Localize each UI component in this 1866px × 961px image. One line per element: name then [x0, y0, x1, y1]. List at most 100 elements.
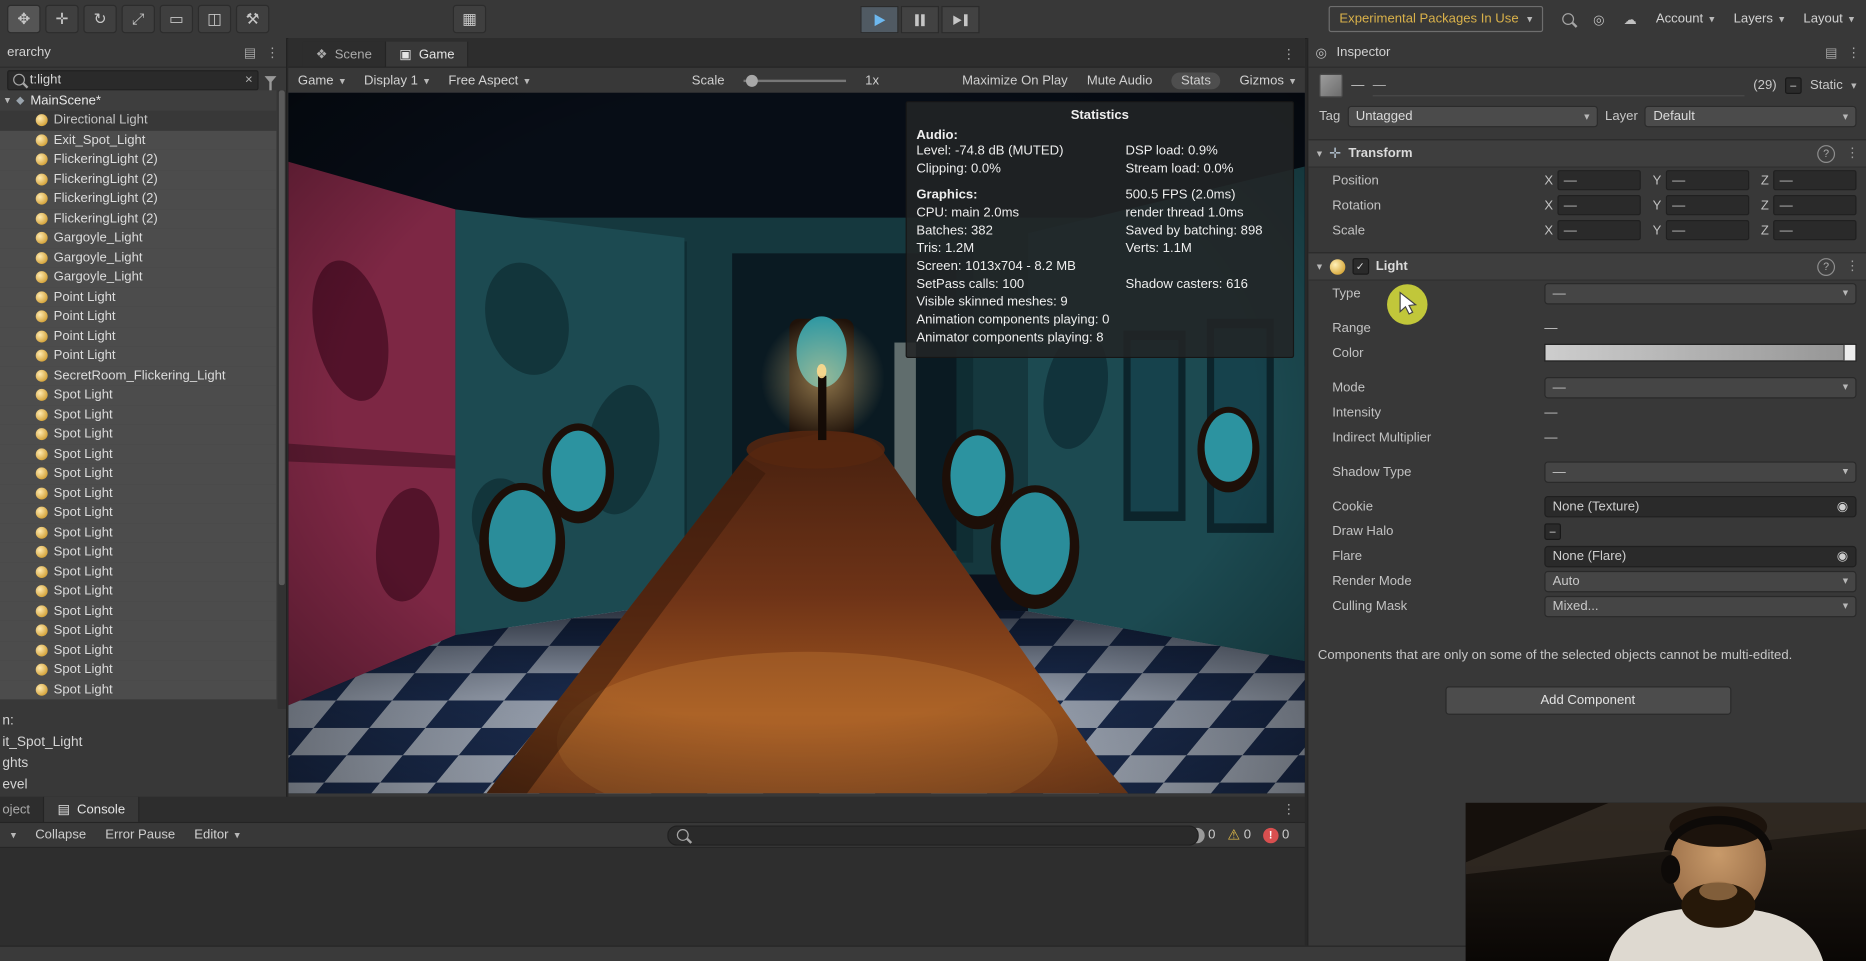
hierarchy-item[interactable]: Spot Light: [0, 405, 276, 425]
console-log-area[interactable]: [0, 848, 1305, 948]
draw-halo-checkbox[interactable]: –: [1544, 523, 1561, 540]
culling-mask-dropdown[interactable]: Mixed... ▾: [1544, 595, 1856, 616]
rect-tool-button[interactable]: ▭: [160, 5, 193, 34]
scrollbar-thumb[interactable]: [279, 90, 285, 585]
indirect-multiplier-field[interactable]: —: [1544, 430, 1557, 444]
cloud-icon[interactable]: ☁: [1624, 11, 1637, 26]
scale-z-field[interactable]: —: [1774, 220, 1857, 240]
hierarchy-item[interactable]: Directional Light: [0, 111, 276, 131]
hierarchy-item[interactable]: Point Light: [0, 287, 276, 307]
hierarchy-item[interactable]: Spot Light: [0, 503, 276, 523]
grid-snap-button[interactable]: ▦: [453, 5, 486, 34]
hierarchy-item[interactable]: FlickeringLight (2): [0, 189, 276, 209]
rotation-x-field[interactable]: —: [1558, 195, 1641, 215]
foldout-icon[interactable]: ▾: [1317, 260, 1322, 273]
scene-header-row[interactable]: ▾ ◆ MainScene*: [0, 90, 276, 110]
layout-dropdown[interactable]: Layout ▾: [1803, 12, 1854, 26]
scale-x-field[interactable]: —: [1558, 220, 1641, 240]
tab-scene[interactable]: ❖ Scene: [303, 42, 387, 67]
hierarchy-item[interactable]: SecretRoom_Flickering_Light: [0, 366, 276, 386]
hierarchy-item[interactable]: Spot Light: [0, 542, 276, 562]
shadow-type-dropdown[interactable]: — ▾: [1544, 461, 1856, 482]
component-menu-icon[interactable]: ⋮: [1846, 145, 1859, 163]
hierarchy-tab[interactable]: erarchy ▤ ⋮: [0, 38, 286, 68]
console-search-input[interactable]: [695, 828, 1190, 842]
experimental-packages-dropdown[interactable]: Experimental Packages In Use ▾: [1329, 6, 1543, 32]
panel-menu-icon[interactable]: ⋮: [1282, 802, 1305, 822]
hierarchy-item[interactable]: Spot Light: [0, 621, 276, 641]
color-field[interactable]: [1544, 344, 1856, 362]
game-viewport[interactable]: Statistics Audio: Level: -74.8 dB (MUTED…: [288, 93, 1304, 794]
foldout-icon[interactable]: ▾: [1317, 147, 1322, 160]
move-tool-button[interactable]: ✛: [45, 5, 78, 34]
warning-filter-toggle[interactable]: ⚠ 0: [1227, 827, 1251, 844]
game-mode-dropdown[interactable]: Game ▾: [298, 74, 345, 88]
clear-search-icon[interactable]: ×: [245, 73, 253, 87]
hand-tool-button[interactable]: ✥: [7, 5, 40, 34]
crosshair-icon[interactable]: ◎: [1593, 11, 1604, 26]
layers-dropdown[interactable]: Layers ▾: [1734, 12, 1785, 26]
editor-dropdown[interactable]: Editor ▾: [194, 828, 240, 842]
panel-menu-icon[interactable]: ⋮: [266, 45, 279, 60]
display-dropdown[interactable]: Display 1 ▾: [364, 74, 429, 88]
list-icon[interactable]: ▤: [244, 45, 256, 60]
panel-menu-icon[interactable]: ⋮: [1847, 45, 1860, 60]
cookie-object-field[interactable]: None (Texture) ◉: [1544, 495, 1856, 516]
rotate-tool-button[interactable]: ↻: [83, 5, 116, 34]
hierarchy-item[interactable]: Point Light: [0, 326, 276, 346]
flare-object-field[interactable]: None (Flare) ◉: [1544, 545, 1856, 566]
mute-audio-toggle[interactable]: Mute Audio: [1087, 74, 1153, 88]
hierarchy-item[interactable]: Spot Light: [0, 660, 276, 680]
hierarchy-item[interactable]: Spot Light: [0, 523, 276, 543]
light-component-header[interactable]: ▾ ✓ Light ? ⋮: [1308, 252, 1866, 281]
hierarchy-item[interactable]: Spot Light: [0, 582, 276, 602]
intensity-field[interactable]: —: [1544, 405, 1557, 419]
hierarchy-item[interactable]: Point Light: [0, 346, 276, 366]
hierarchy-item[interactable]: Spot Light: [0, 601, 276, 621]
hierarchy-item[interactable]: Spot Light: [0, 444, 276, 464]
scale-tool-button[interactable]: ⤢: [122, 5, 155, 34]
custom-tool-button[interactable]: ⚒: [236, 5, 269, 34]
tab-project[interactable]: oject: [0, 797, 44, 822]
static-checkbox[interactable]: –: [1785, 77, 1802, 94]
collapse-toggle[interactable]: Collapse: [35, 828, 86, 842]
type-dropdown[interactable]: — ▾: [1544, 282, 1856, 303]
play-button[interactable]: [860, 6, 898, 33]
tag-dropdown[interactable]: Untagged ▾: [1347, 106, 1597, 127]
hierarchy-item[interactable]: Spot Light: [0, 483, 276, 503]
transform-component-header[interactable]: ▾ ✛ Transform ? ⋮: [1308, 139, 1866, 168]
hierarchy-item[interactable]: FlickeringLight (2): [0, 209, 276, 229]
step-button[interactable]: [941, 6, 979, 33]
pause-button[interactable]: [901, 6, 939, 33]
chevron-down-icon[interactable]: ▾: [1851, 79, 1856, 92]
list-icon[interactable]: ▤: [1825, 45, 1837, 60]
layer-dropdown[interactable]: Default ▾: [1645, 106, 1857, 127]
account-dropdown[interactable]: Account ▾: [1656, 12, 1715, 26]
console-dropdown-icon[interactable]: ▾: [11, 828, 16, 841]
hierarchy-item[interactable]: Spot Light: [0, 640, 276, 660]
render-mode-dropdown[interactable]: Auto ▾: [1544, 570, 1856, 591]
maximize-on-play-toggle[interactable]: Maximize On Play: [962, 74, 1068, 88]
scale-slider[interactable]: [744, 80, 846, 82]
transform-tool-button[interactable]: ◫: [198, 5, 231, 34]
inspector-tab[interactable]: ◎ Inspector ▤ ⋮: [1308, 38, 1866, 68]
search-icon[interactable]: [1562, 13, 1574, 25]
mode-dropdown[interactable]: — ▾: [1544, 376, 1856, 397]
hierarchy-item[interactable]: Spot Light: [0, 425, 276, 445]
rotation-y-field[interactable]: —: [1666, 195, 1749, 215]
help-icon[interactable]: ?: [1817, 258, 1835, 276]
object-name-field[interactable]: —: [1373, 76, 1745, 96]
error-filter-toggle[interactable]: ! 0: [1263, 827, 1289, 842]
slider-knob[interactable]: [746, 75, 758, 87]
object-picker-icon[interactable]: ◉: [1837, 548, 1848, 563]
panel-menu-icon[interactable]: ⋮: [1282, 46, 1305, 66]
position-y-field[interactable]: —: [1666, 170, 1749, 190]
add-component-button[interactable]: Add Component: [1445, 686, 1731, 715]
hierarchy-item[interactable]: FlickeringLight (2): [0, 150, 276, 170]
rotation-z-field[interactable]: —: [1774, 195, 1857, 215]
hierarchy-item[interactable]: FlickeringLight (2): [0, 169, 276, 189]
light-enabled-checkbox[interactable]: ✓: [1352, 258, 1369, 275]
hierarchy-search-field[interactable]: ×: [7, 70, 258, 90]
range-field[interactable]: —: [1544, 321, 1557, 335]
error-pause-toggle[interactable]: Error Pause: [105, 828, 175, 842]
